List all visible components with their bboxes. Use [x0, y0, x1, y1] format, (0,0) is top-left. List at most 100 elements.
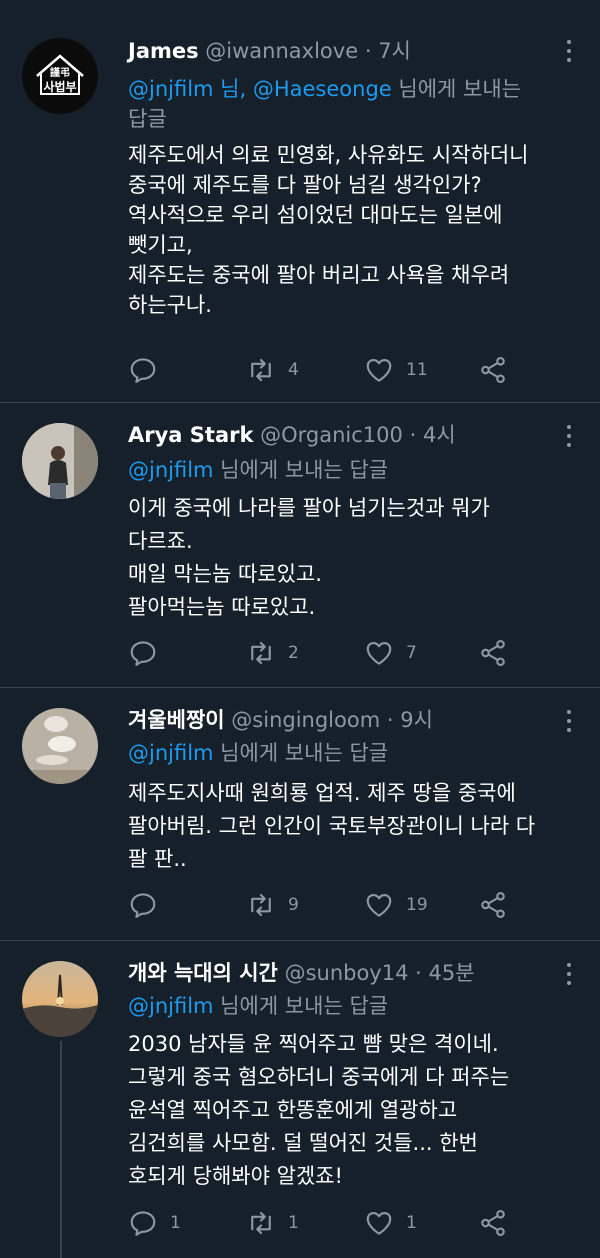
like-button[interactable]: 19 — [364, 888, 428, 922]
user-handle[interactable]: @sunboy14 — [285, 961, 409, 985]
tweet[interactable]: 개와 늑대의 시간 @sunboy14 · 45분 @jnjfilm 님에게 보… — [0, 941, 600, 1258]
thread-line — [60, 1041, 62, 1258]
like-count: 19 — [406, 895, 428, 915]
tweet-line: 매일 막는놈 따로있고. — [128, 562, 322, 586]
avatar-photo — [22, 961, 98, 1037]
tweet-line: 윤석열 찍어주고 한똥훈에게 열광하고 — [128, 1098, 458, 1122]
user-handle[interactable]: @singingloom — [231, 708, 380, 732]
mentioned-users[interactable]: @jnjfilm — [128, 741, 214, 765]
retweet-icon — [251, 893, 271, 917]
avatar[interactable] — [22, 961, 98, 1037]
avatar-photo — [22, 708, 98, 784]
more-options-icon[interactable] — [564, 708, 574, 736]
separator-dot: · — [409, 423, 417, 447]
timestamp[interactable]: 45분 — [429, 961, 475, 985]
reply-context: @jnjfilm 님에게 보내는 답글 — [128, 738, 560, 768]
avatar[interactable]: 謹弔 사법부 — [22, 38, 98, 114]
more-options-icon[interactable] — [564, 38, 574, 66]
share-icon — [481, 356, 505, 384]
reply-icon — [130, 641, 156, 666]
avatar-label-1: 謹弔 — [50, 68, 70, 79]
tweet-header: 개와 늑대의 시간 @sunboy14 · 45분 — [128, 958, 552, 988]
display-name[interactable]: 겨울베짱이 — [128, 708, 225, 732]
tweet-line: 호되게 당해봐야 알겠죠! — [128, 1164, 343, 1188]
retweet-button[interactable]: 2 — [246, 636, 299, 670]
mentioned-users[interactable]: @jnjfilm — [128, 458, 214, 482]
share-button[interactable] — [478, 353, 520, 387]
reply-button[interactable]: 1 — [128, 1206, 181, 1240]
reply-text: 님에게 보내는 — [391, 77, 521, 101]
share-icon — [481, 1209, 505, 1237]
tweet[interactable]: Arya Stark @Organic100 · 4시 @jnjfilm 님에게… — [0, 403, 600, 688]
timestamp[interactable]: 7시 — [378, 39, 411, 63]
timestamp[interactable]: 9시 — [400, 708, 433, 732]
tweet-line: 팔 판.. — [128, 847, 187, 871]
tweet-header: 겨울베짱이 @singingloom · 9시 — [128, 705, 552, 735]
tweet-text: 제주도에서 의료 민영화, 사유화도 시작하더니 중국에 제주도를 다 팔아 넘… — [128, 140, 560, 320]
tweet-text: 2030 남자들 윤 찍어주고 뺨 맞은 격이네. 그렇게 중국 혐오하더니 중… — [128, 1029, 560, 1191]
display-name[interactable]: James — [128, 39, 199, 63]
reply-text: 님에게 보내는 답글 — [213, 741, 389, 765]
retweet-button[interactable]: 9 — [246, 888, 299, 922]
tweet-text: 제주도지사때 원희룡 업적. 제주 땅을 중국에 팔아버림. 그런 인간이 국토… — [128, 778, 560, 874]
heart-icon — [366, 893, 392, 917]
tweet-actions: 2 7 — [128, 636, 600, 670]
user-handle[interactable]: @iwannaxlove — [205, 39, 358, 63]
display-name[interactable]: Arya Stark — [128, 423, 253, 447]
tweet-actions: 9 19 — [128, 888, 600, 922]
tweet-line: 김건희를 사모함. 덜 떨어진 것들... 한번 — [128, 1131, 478, 1155]
more-options-icon[interactable] — [564, 961, 574, 989]
tweet-line: 이게 중국에 나라를 팔아 넘기는것과 뭐가 — [128, 496, 490, 520]
share-button[interactable] — [478, 1206, 520, 1240]
like-count: 11 — [406, 360, 428, 380]
tweet-line: 중국에 제주도를 다 팔아 넘길 생각인가? — [128, 173, 482, 197]
retweet-button[interactable]: 1 — [246, 1206, 299, 1240]
timestamp[interactable]: 4시 — [423, 423, 456, 447]
heart-icon — [366, 358, 392, 382]
share-button[interactable] — [478, 888, 520, 922]
display-name[interactable]: 개와 늑대의 시간 — [128, 961, 278, 985]
reply-icon — [130, 893, 156, 918]
avatar[interactable] — [22, 423, 98, 499]
tweet-line: 역사적으로 우리 섬이었던 대마도는 일본에 — [128, 203, 503, 227]
retweet-count: 1 — [288, 1213, 299, 1233]
like-button[interactable]: 7 — [364, 636, 417, 670]
tweet[interactable]: 謹弔 사법부 James @iwannaxlove · 7시 @jnjfilm … — [0, 0, 600, 403]
reply-button[interactable] — [128, 888, 170, 922]
reply-text: 님에게 보내는 답글 — [213, 994, 389, 1018]
mentioned-users[interactable]: @jnjfilm 님, @Haeseonge — [128, 77, 392, 101]
retweet-count: 4 — [288, 360, 299, 380]
separator-dot: · — [386, 708, 394, 732]
retweet-icon — [251, 358, 271, 382]
avatar[interactable] — [22, 708, 98, 784]
more-options-icon[interactable] — [564, 423, 574, 451]
reply-icon — [130, 358, 156, 383]
retweet-count: 9 — [288, 895, 299, 915]
tweet-line: 그렇게 중국 혐오하더니 중국에게 다 퍼주는 — [128, 1065, 510, 1089]
like-button[interactable]: 1 — [364, 1206, 417, 1240]
separator-dot: · — [415, 961, 422, 985]
tweet-line: 제주도에서 의료 민영화, 사유화도 시작하더니 — [128, 143, 529, 167]
retweet-count: 2 — [288, 643, 299, 663]
tweet-line: 팔아버림. 그런 인간이 국토부장관이니 나라 다 — [128, 814, 536, 838]
user-handle[interactable]: @Organic100 — [260, 423, 403, 447]
reply-button[interactable] — [128, 636, 170, 670]
tweet-actions: 4 11 — [128, 353, 600, 387]
avatar-photo — [22, 423, 98, 499]
tweet[interactable]: 겨울베짱이 @singingloom · 9시 @jnjfilm 님에게 보내는… — [0, 688, 600, 941]
tweet-line: 하는구나. — [128, 293, 212, 317]
tweet-line: 제주도지사때 원희룡 업적. 제주 땅을 중국에 — [128, 781, 516, 805]
heart-icon — [366, 641, 392, 665]
share-icon — [481, 891, 505, 919]
reply-button[interactable] — [128, 353, 170, 387]
avatar-label-2: 사법부 — [43, 80, 77, 94]
share-button[interactable] — [478, 636, 520, 670]
tweet-header: James @iwannaxlove · 7시 — [128, 36, 552, 66]
retweet-icon — [251, 1211, 271, 1235]
retweet-button[interactable]: 4 — [246, 353, 299, 387]
reply-context: @jnjfilm 님에게 보내는 답글 — [128, 991, 560, 1021]
mentioned-users[interactable]: @jnjfilm — [128, 994, 214, 1018]
tweet-line: 다르죠. — [128, 529, 193, 553]
like-button[interactable]: 11 — [364, 353, 428, 387]
tweet-line: 뺏기고, — [128, 233, 193, 257]
